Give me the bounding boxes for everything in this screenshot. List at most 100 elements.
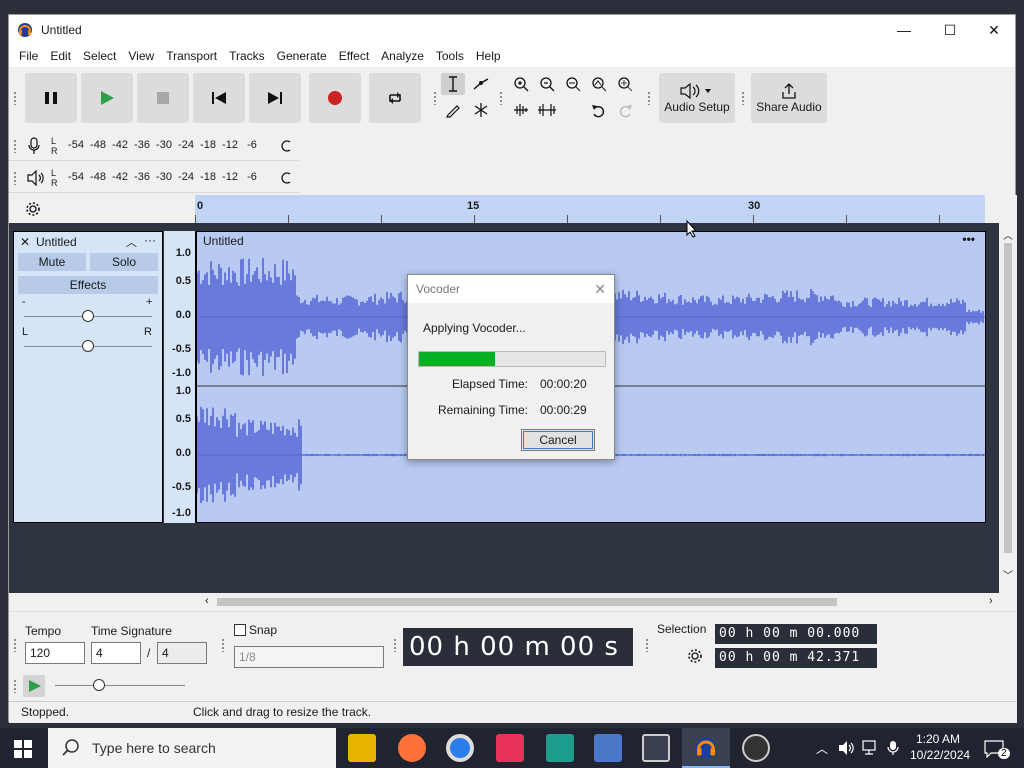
fit-project-button[interactable]: [587, 73, 611, 95]
taskbar-clock[interactable]: 1:20 AM: [916, 732, 960, 746]
rec-meter-grip[interactable]: [13, 139, 17, 153]
menu-effect[interactable]: Effect: [333, 45, 375, 67]
menu-help[interactable]: Help: [470, 45, 507, 67]
menu-analyze[interactable]: Analyze: [375, 45, 430, 67]
play-at-speed-button[interactable]: [23, 675, 45, 697]
gain-slider-handle[interactable]: [82, 310, 94, 322]
menu-tools[interactable]: Tools: [430, 45, 470, 67]
snap-grip[interactable]: [221, 638, 225, 652]
skip-to-end-button[interactable]: [249, 73, 301, 123]
undo-button[interactable]: [587, 99, 611, 121]
cancel-button[interactable]: Cancel: [521, 429, 595, 451]
selection-grip[interactable]: [645, 638, 649, 652]
speed-slider-handle[interactable]: [93, 679, 105, 691]
audio-setup-grip[interactable]: [647, 91, 651, 105]
tray-expand-icon[interactable]: ︿: [816, 740, 828, 757]
share-audio-grip[interactable]: [741, 91, 745, 105]
gear-icon[interactable]: [25, 201, 41, 217]
edit-grip[interactable]: [499, 91, 503, 105]
close-button[interactable]: ✕: [971, 15, 1017, 45]
time-sig-denominator-select[interactable]: 4: [157, 642, 207, 664]
selection-gear-icon[interactable]: [687, 648, 703, 664]
envelope-tool[interactable]: [469, 73, 493, 95]
audio-setup-button[interactable]: Audio Setup: [659, 73, 735, 123]
tempo-grip[interactable]: [13, 638, 17, 652]
stop-button[interactable]: [137, 73, 189, 123]
minimize-button[interactable]: —: [881, 15, 927, 45]
menu-generate[interactable]: Generate: [271, 45, 333, 67]
selection-start-display[interactable]: 00 h 00 m 00.000 s: [715, 624, 877, 661]
taskbar-search-box[interactable]: Type here to search: [48, 728, 336, 768]
menu-edit[interactable]: Edit: [44, 45, 77, 67]
maximize-button[interactable]: ☐: [927, 15, 973, 45]
zoom-toggle-button[interactable]: [613, 73, 637, 95]
visual-studio-code-icon[interactable]: [546, 734, 574, 762]
snap-select[interactable]: 1/8: [234, 646, 384, 668]
horizontal-scroll-thumb[interactable]: [217, 598, 837, 606]
time-grip[interactable]: [393, 638, 397, 652]
tools-grip[interactable]: [433, 91, 437, 105]
calculator-app-icon[interactable]: [594, 734, 622, 762]
scroll-down-icon[interactable]: ﹀: [1003, 567, 1013, 582]
volume-icon[interactable]: [838, 740, 854, 756]
play-meter-grip[interactable]: [13, 171, 17, 185]
video-app-icon[interactable]: [642, 734, 670, 762]
taskbar-date[interactable]: 10/22/2024: [910, 748, 970, 762]
fit-selection-button[interactable]: [561, 73, 585, 95]
menu-select[interactable]: Select: [77, 45, 122, 67]
redo-button[interactable]: [613, 99, 637, 121]
playback-meter[interactable]: L R -54 -48 -42 -36 -30 -24 -18 -12 -6: [9, 163, 299, 193]
solo-button[interactable]: Solo: [90, 253, 158, 271]
scroll-up-icon[interactable]: ︿: [1003, 227, 1013, 242]
menu-transport[interactable]: Transport: [160, 45, 223, 67]
track-close-icon[interactable]: ✕: [20, 235, 30, 249]
scroll-left-icon[interactable]: ‹: [205, 595, 209, 607]
track-name[interactable]: Untitled: [36, 235, 77, 249]
meter-reset-icon[interactable]: [279, 139, 293, 153]
firefox-icon[interactable]: [398, 734, 426, 762]
collapse-icon[interactable]: ︿: [126, 234, 137, 250]
recording-meter[interactable]: L R -54 -48 -42 -36 -30 -24 -18 -12 -6: [9, 131, 299, 161]
trim-button[interactable]: [509, 99, 533, 121]
pause-button[interactable]: [25, 73, 77, 123]
menu-tracks[interactable]: Tracks: [223, 45, 271, 67]
mute-button[interactable]: Mute: [18, 253, 86, 271]
timeline-ruler[interactable]: 0 15 30: [195, 195, 985, 223]
horizontal-scrollbar[interactable]: ‹ ›: [9, 593, 1017, 611]
record-button[interactable]: [309, 73, 361, 123]
snap-checkbox[interactable]: [234, 624, 246, 636]
tempo-input[interactable]: 120: [25, 642, 85, 664]
selection-end-display[interactable]: 00 h 00 m 42.371 s: [715, 648, 877, 685]
download-app-icon[interactable]: [496, 734, 524, 762]
windows-start-icon[interactable]: [14, 740, 32, 758]
play-speed-grip[interactable]: [13, 679, 17, 693]
share-audio-button[interactable]: Share Audio: [751, 73, 827, 123]
time-display[interactable]: 00 h 00 m 00 s: [403, 628, 633, 666]
play-button[interactable]: [81, 73, 133, 123]
selection-tool[interactable]: [441, 73, 465, 95]
audacity-taskbar-button[interactable]: [682, 728, 730, 768]
pan-slider-handle[interactable]: [82, 340, 94, 352]
scroll-right-icon[interactable]: ›: [989, 595, 993, 607]
skip-to-start-button[interactable]: [193, 73, 245, 123]
microphone-tray-icon[interactable]: [886, 740, 900, 756]
draw-tool[interactable]: [441, 99, 465, 121]
time-sig-numerator-input[interactable]: 4: [91, 642, 141, 664]
zoom-in-button[interactable]: [509, 73, 533, 95]
loop-button[interactable]: [369, 73, 421, 123]
menu-view[interactable]: View: [122, 45, 160, 67]
dialog-close-icon[interactable]: ✕: [594, 281, 606, 298]
network-icon[interactable]: [862, 740, 880, 756]
toolbar-grip[interactable]: [13, 91, 17, 105]
silence-button[interactable]: [535, 99, 559, 121]
track-menu-icon[interactable]: ···: [144, 233, 156, 247]
chrome-icon[interactable]: [446, 734, 474, 762]
meter-reset-icon[interactable]: [279, 171, 293, 185]
effects-button[interactable]: Effects: [18, 276, 158, 294]
track-control-panel[interactable]: ✕ Untitled ︿ ··· Mute Solo Effects - + L…: [13, 231, 163, 523]
menu-file[interactable]: File: [13, 45, 44, 67]
multi-tool[interactable]: [469, 99, 493, 121]
vertical-scrollbar[interactable]: ︿ ﹀: [999, 223, 1017, 593]
obs-recording-icon[interactable]: [742, 734, 770, 762]
file-explorer-icon[interactable]: [348, 734, 376, 762]
